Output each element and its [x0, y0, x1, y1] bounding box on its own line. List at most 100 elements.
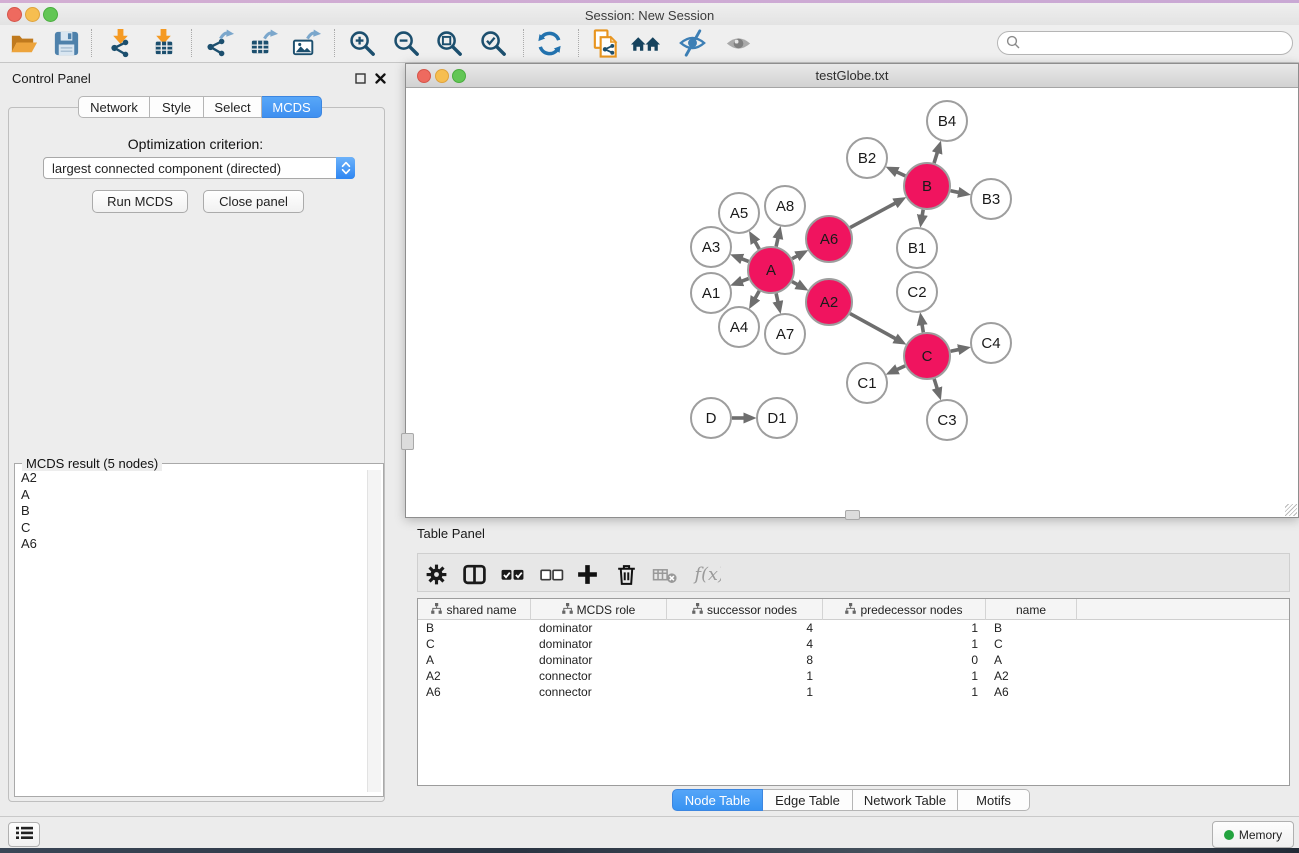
table-row[interactable]: Cdominator41C — [418, 636, 1289, 652]
table-body: Bdominator41BCdominator41CAdominator80AA… — [418, 620, 1289, 700]
tab-node-table[interactable]: Node Table — [672, 789, 763, 811]
select-all-checkboxes-icon[interactable] — [497, 561, 527, 587]
table-cell: connector — [531, 669, 667, 683]
graph-node-B4[interactable]: B4 — [927, 101, 967, 141]
svg-text:B1: B1 — [908, 240, 926, 257]
search-input[interactable] — [1025, 35, 1292, 52]
show-panels-icon[interactable] — [721, 26, 755, 60]
graph-node-C[interactable]: C — [904, 333, 950, 379]
graph-node-A8[interactable]: A8 — [765, 186, 805, 226]
table-row[interactable]: Adominator80A — [418, 652, 1289, 668]
graph-node-C3[interactable]: C3 — [927, 400, 967, 440]
graph-node-A[interactable]: A — [748, 247, 794, 293]
horizontal-scroll-thumb[interactable] — [845, 510, 860, 520]
desktop-wallpaper — [0, 848, 1299, 853]
node-table: shared nameMCDS rolesuccessor nodesprede… — [417, 598, 1290, 786]
import-network-icon[interactable] — [103, 26, 137, 60]
graph-node-D1[interactable]: D1 — [757, 398, 797, 438]
graph-node-B[interactable]: B — [904, 163, 950, 209]
tab-network[interactable]: Network — [78, 96, 150, 118]
control-panel-tabs: NetworkStyleSelectMCDS — [78, 96, 322, 118]
split-columns-icon[interactable] — [459, 561, 489, 587]
toolbar-separator — [334, 29, 335, 57]
graph-node-C1[interactable]: C1 — [847, 363, 887, 403]
run-mcds-button[interactable]: Run MCDS — [92, 190, 188, 213]
graph-node-A6[interactable]: A6 — [806, 216, 852, 262]
table-row[interactable]: A6connector11A6 — [418, 684, 1289, 700]
memory-label: Memory — [1239, 828, 1282, 842]
graph-node-A7[interactable]: A7 — [765, 314, 805, 354]
table-row[interactable]: Bdominator41B — [418, 620, 1289, 636]
graph-node-C2[interactable]: C2 — [897, 272, 937, 312]
zoom-in-icon[interactable] — [345, 26, 379, 60]
column-header-predecessor-nodes[interactable]: predecessor nodes — [823, 599, 986, 620]
tab-edge-table[interactable]: Edge Table — [763, 789, 853, 811]
memory-button[interactable]: Memory — [1212, 821, 1294, 848]
mcds-result-item[interactable]: C — [15, 520, 365, 537]
refresh-network-icon[interactable] — [532, 26, 566, 60]
column-header-successor-nodes[interactable]: successor nodes — [667, 599, 823, 620]
tab-mcds[interactable]: MCDS — [262, 96, 322, 118]
edge-A-A7 — [776, 293, 778, 301]
optimization-criterion-select[interactable]: largest connected component (directed) — [43, 157, 355, 179]
svg-text:A3: A3 — [702, 239, 720, 256]
network-canvas[interactable]: B4 B2 B B3 A8A5 A6 A3 B1 A A1 C2 A2 A4A7 C4 C C1 D D1 C3 — [406, 88, 1298, 517]
column-header-name[interactable]: name — [986, 599, 1077, 620]
column-header-shared-name[interactable]: shared name — [418, 599, 531, 620]
graph-node-A5[interactable]: A5 — [719, 193, 759, 233]
result-list-scrollbar[interactable] — [367, 470, 381, 792]
table-row[interactable]: A2connector11A2 — [418, 668, 1289, 684]
graph-node-A3[interactable]: A3 — [691, 227, 731, 267]
main-titlebar: Session: New Session — [0, 3, 1299, 25]
zoom-fit-icon[interactable] — [432, 26, 466, 60]
graph-node-B3[interactable]: B3 — [971, 179, 1011, 219]
tab-network-table[interactable]: Network Table — [853, 789, 958, 811]
zoom-selected-icon[interactable] — [476, 26, 510, 60]
import-table-icon[interactable] — [146, 26, 180, 60]
export-network-icon[interactable] — [202, 26, 236, 60]
mcds-result-item[interactable]: A6 — [15, 536, 365, 553]
delete-column-icon[interactable] — [611, 561, 641, 587]
column-header-MCDS-role[interactable]: MCDS role — [531, 599, 667, 620]
tab-select[interactable]: Select — [204, 96, 262, 118]
zoom-out-icon[interactable] — [389, 26, 423, 60]
float-panel-icon[interactable] — [355, 72, 366, 87]
resize-grip[interactable] — [1285, 504, 1297, 516]
graph-node-B2[interactable]: B2 — [847, 138, 887, 178]
close-panel-icon[interactable] — [375, 72, 386, 87]
edge-B-B2 — [897, 172, 905, 176]
clone-network-icon[interactable] — [588, 26, 622, 60]
svg-text:A6: A6 — [820, 231, 838, 248]
export-image-icon[interactable] — [289, 26, 323, 60]
tab-motifs[interactable]: Motifs — [958, 789, 1030, 811]
table-cell: dominator — [531, 621, 667, 635]
graph-node-D[interactable]: D — [691, 398, 731, 438]
graph-node-A1[interactable]: A1 — [691, 273, 731, 313]
table-panel: Table Panel f(x) shared nameMCDS rolesuc… — [405, 522, 1299, 813]
graph-node-A2[interactable]: A2 — [806, 279, 852, 325]
search-field[interactable] — [997, 31, 1293, 55]
close-panel-button[interactable]: Close panel — [203, 190, 304, 213]
home-layout-icon[interactable] — [628, 26, 662, 60]
mcds-result-item[interactable]: A — [15, 487, 365, 504]
table-panel-title: Table Panel — [417, 526, 485, 541]
clear-checkboxes-icon[interactable] — [536, 561, 566, 587]
mcds-result-item[interactable]: B — [15, 503, 365, 520]
vertical-scroll-thumb[interactable] — [401, 433, 414, 450]
add-column-icon[interactable] — [572, 561, 602, 587]
toolbar-separator — [191, 29, 192, 57]
status-menu-button[interactable] — [8, 822, 40, 847]
table-cell: A2 — [418, 669, 531, 683]
open-folder-icon[interactable] — [6, 26, 40, 60]
graph-node-A4[interactable]: A4 — [719, 307, 759, 347]
mcds-result-item[interactable]: A2 — [15, 470, 365, 487]
tab-style[interactable]: Style — [150, 96, 204, 118]
graph-node-C4[interactable]: C4 — [971, 323, 1011, 363]
table-cell: 1 — [667, 669, 823, 683]
graph-node-B1[interactable]: B1 — [897, 228, 937, 268]
svg-text:f(x): f(x) — [693, 565, 721, 585]
export-table-icon[interactable] — [246, 26, 280, 60]
settings-gear-icon[interactable] — [421, 561, 451, 587]
hide-panels-icon[interactable] — [675, 26, 709, 60]
save-session-icon[interactable] — [49, 26, 83, 60]
